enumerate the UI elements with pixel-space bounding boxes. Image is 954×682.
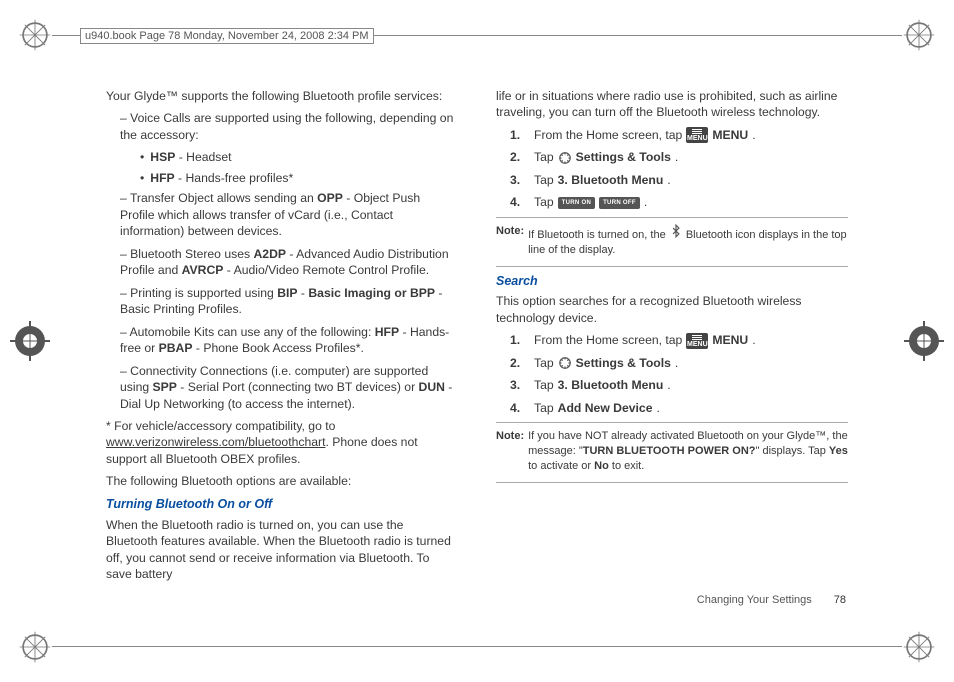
sub-bullet-hfp: •HFP - Hands-free profiles* — [140, 170, 458, 186]
bluetooth-icon — [669, 224, 683, 238]
crop-mark-br — [902, 630, 936, 664]
registration-mark-left — [10, 321, 50, 361]
registration-mark-right — [904, 321, 944, 361]
link-verizon[interactable]: www.verizonwireless.com/bluetoothchart — [106, 435, 325, 449]
menu-icon: MENU — [686, 127, 708, 143]
content-area: Your Glyde™ supports the following Bluet… — [106, 88, 848, 612]
options-line: The following Bluetooth options are avai… — [106, 473, 458, 489]
hsp-desc: - Headset — [175, 150, 231, 164]
menu-icon: MENU — [686, 333, 708, 349]
divider — [496, 422, 848, 423]
step-2: 2. Tap Settings & Tools. — [510, 149, 848, 165]
note-1: Note: If Bluetooth is turned on, the Blu… — [496, 224, 848, 258]
footer-section: Changing Your Settings — [697, 594, 812, 606]
hfp-desc: - Hands-free profiles* — [175, 171, 294, 185]
hfp-label: HFP — [150, 171, 174, 185]
footer-page-number: 78 — [834, 594, 846, 606]
bullet-opp: – Transfer Object allows sending an OPP … — [120, 190, 458, 239]
search-step-4: 4. Tap Add New Device. — [510, 400, 848, 416]
page-header: u940.book Page 78 Monday, November 24, 2… — [80, 28, 374, 44]
crop-mark-tl — [18, 18, 52, 52]
turning-bt-para: When the Bluetooth radio is turned on, y… — [106, 517, 458, 583]
settings-icon — [558, 356, 572, 370]
bullet-auto: – Automobile Kits can use any of the fol… — [120, 324, 458, 357]
step-1: 1. From the Home screen, tap MENU MENU. — [510, 127, 848, 143]
page-footer: Changing Your Settings 78 — [697, 594, 846, 606]
hsp-label: HSP — [150, 150, 175, 164]
turn-on-icon: TURN ON — [558, 197, 595, 209]
search-step-1: 1. From the Home screen, tap MENU MENU. — [510, 332, 848, 348]
left-column: Your Glyde™ supports the following Bluet… — [106, 88, 458, 612]
search-step-3: 3. Tap 3. Bluetooth Menu. — [510, 377, 848, 393]
note-2: Note: If you have NOT already activated … — [496, 429, 848, 474]
footnote-star: * For vehicle/accessory compatibility, g… — [106, 418, 458, 467]
divider — [496, 482, 848, 483]
bullet-a2dp: – Bluetooth Stereo uses A2DP - Advanced … — [120, 246, 458, 279]
turn-off-icon: TURN OFF — [599, 197, 640, 209]
divider — [496, 217, 848, 218]
crop-mark-bl — [18, 630, 52, 664]
cont-para: life or in situations where radio use is… — [496, 88, 848, 121]
step-4: 4. Tap TURN ON TURN OFF . — [510, 194, 848, 210]
bullet-bip: – Printing is supported using BIP - Basi… — [120, 285, 458, 318]
step-3: 3. Tap 3. Bluetooth Menu. — [510, 172, 848, 188]
sub-bullet-hsp: •HSP - Headset — [140, 149, 458, 165]
heading-turning-bt: Turning Bluetooth On or Off — [106, 496, 458, 513]
crop-rule-bottom — [52, 646, 902, 647]
right-column: life or in situations where radio use is… — [496, 88, 848, 612]
search-step-2: 2. Tap Settings & Tools. — [510, 355, 848, 371]
divider — [496, 266, 848, 267]
heading-search: Search — [496, 273, 848, 290]
search-para: This option searches for a recognized Bl… — [496, 293, 848, 326]
bullet-voice: – Voice Calls are supported using the fo… — [120, 110, 458, 143]
bullet-conn: – Connectivity Connections (i.e. compute… — [120, 363, 458, 412]
intro-text: Your Glyde™ supports the following Bluet… — [106, 88, 458, 104]
crop-mark-tr — [902, 18, 936, 52]
settings-icon — [558, 151, 572, 165]
